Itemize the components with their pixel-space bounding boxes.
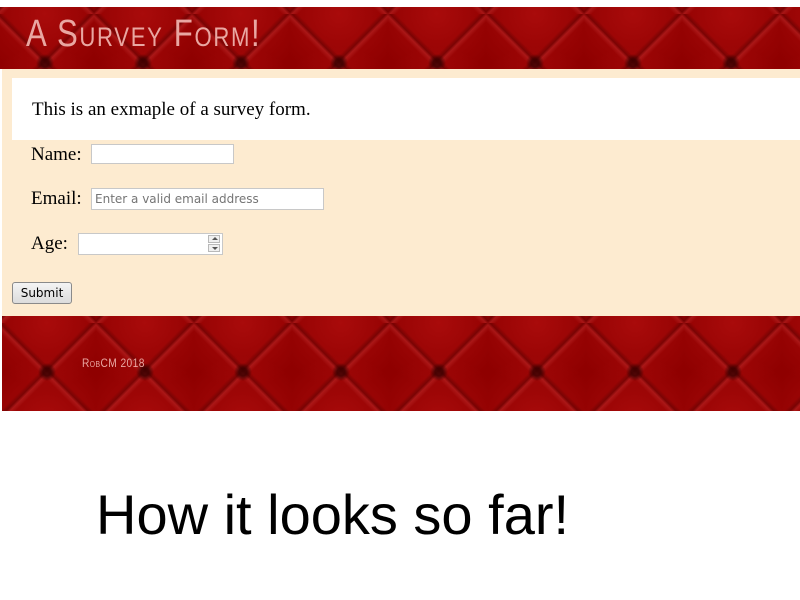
footer-credit: RobCM 2018 bbox=[82, 356, 145, 370]
intro-box: This is an exmaple of a survey form. bbox=[12, 78, 800, 140]
age-label: Age: bbox=[31, 233, 68, 254]
page-header: A Survey Form! bbox=[0, 7, 800, 69]
email-field[interactable] bbox=[91, 188, 324, 210]
email-label: Email: bbox=[31, 188, 82, 209]
page-title: A Survey Form! bbox=[26, 13, 262, 55]
survey-form-section: This is an exmaple of a survey form. Nam… bbox=[2, 69, 800, 316]
age-field[interactable] bbox=[79, 234, 210, 254]
age-stepper[interactable] bbox=[78, 233, 223, 255]
slide-caption: How it looks so far! bbox=[96, 483, 570, 546]
name-field[interactable] bbox=[91, 144, 234, 164]
name-label: Name: bbox=[31, 144, 82, 165]
page-footer: RobCM 2018 bbox=[2, 316, 800, 411]
spin-down-icon[interactable] bbox=[208, 244, 220, 252]
spin-up-icon[interactable] bbox=[208, 235, 220, 243]
intro-text: This is an exmaple of a survey form. bbox=[32, 99, 311, 120]
submit-button[interactable]: Submit bbox=[12, 282, 72, 304]
